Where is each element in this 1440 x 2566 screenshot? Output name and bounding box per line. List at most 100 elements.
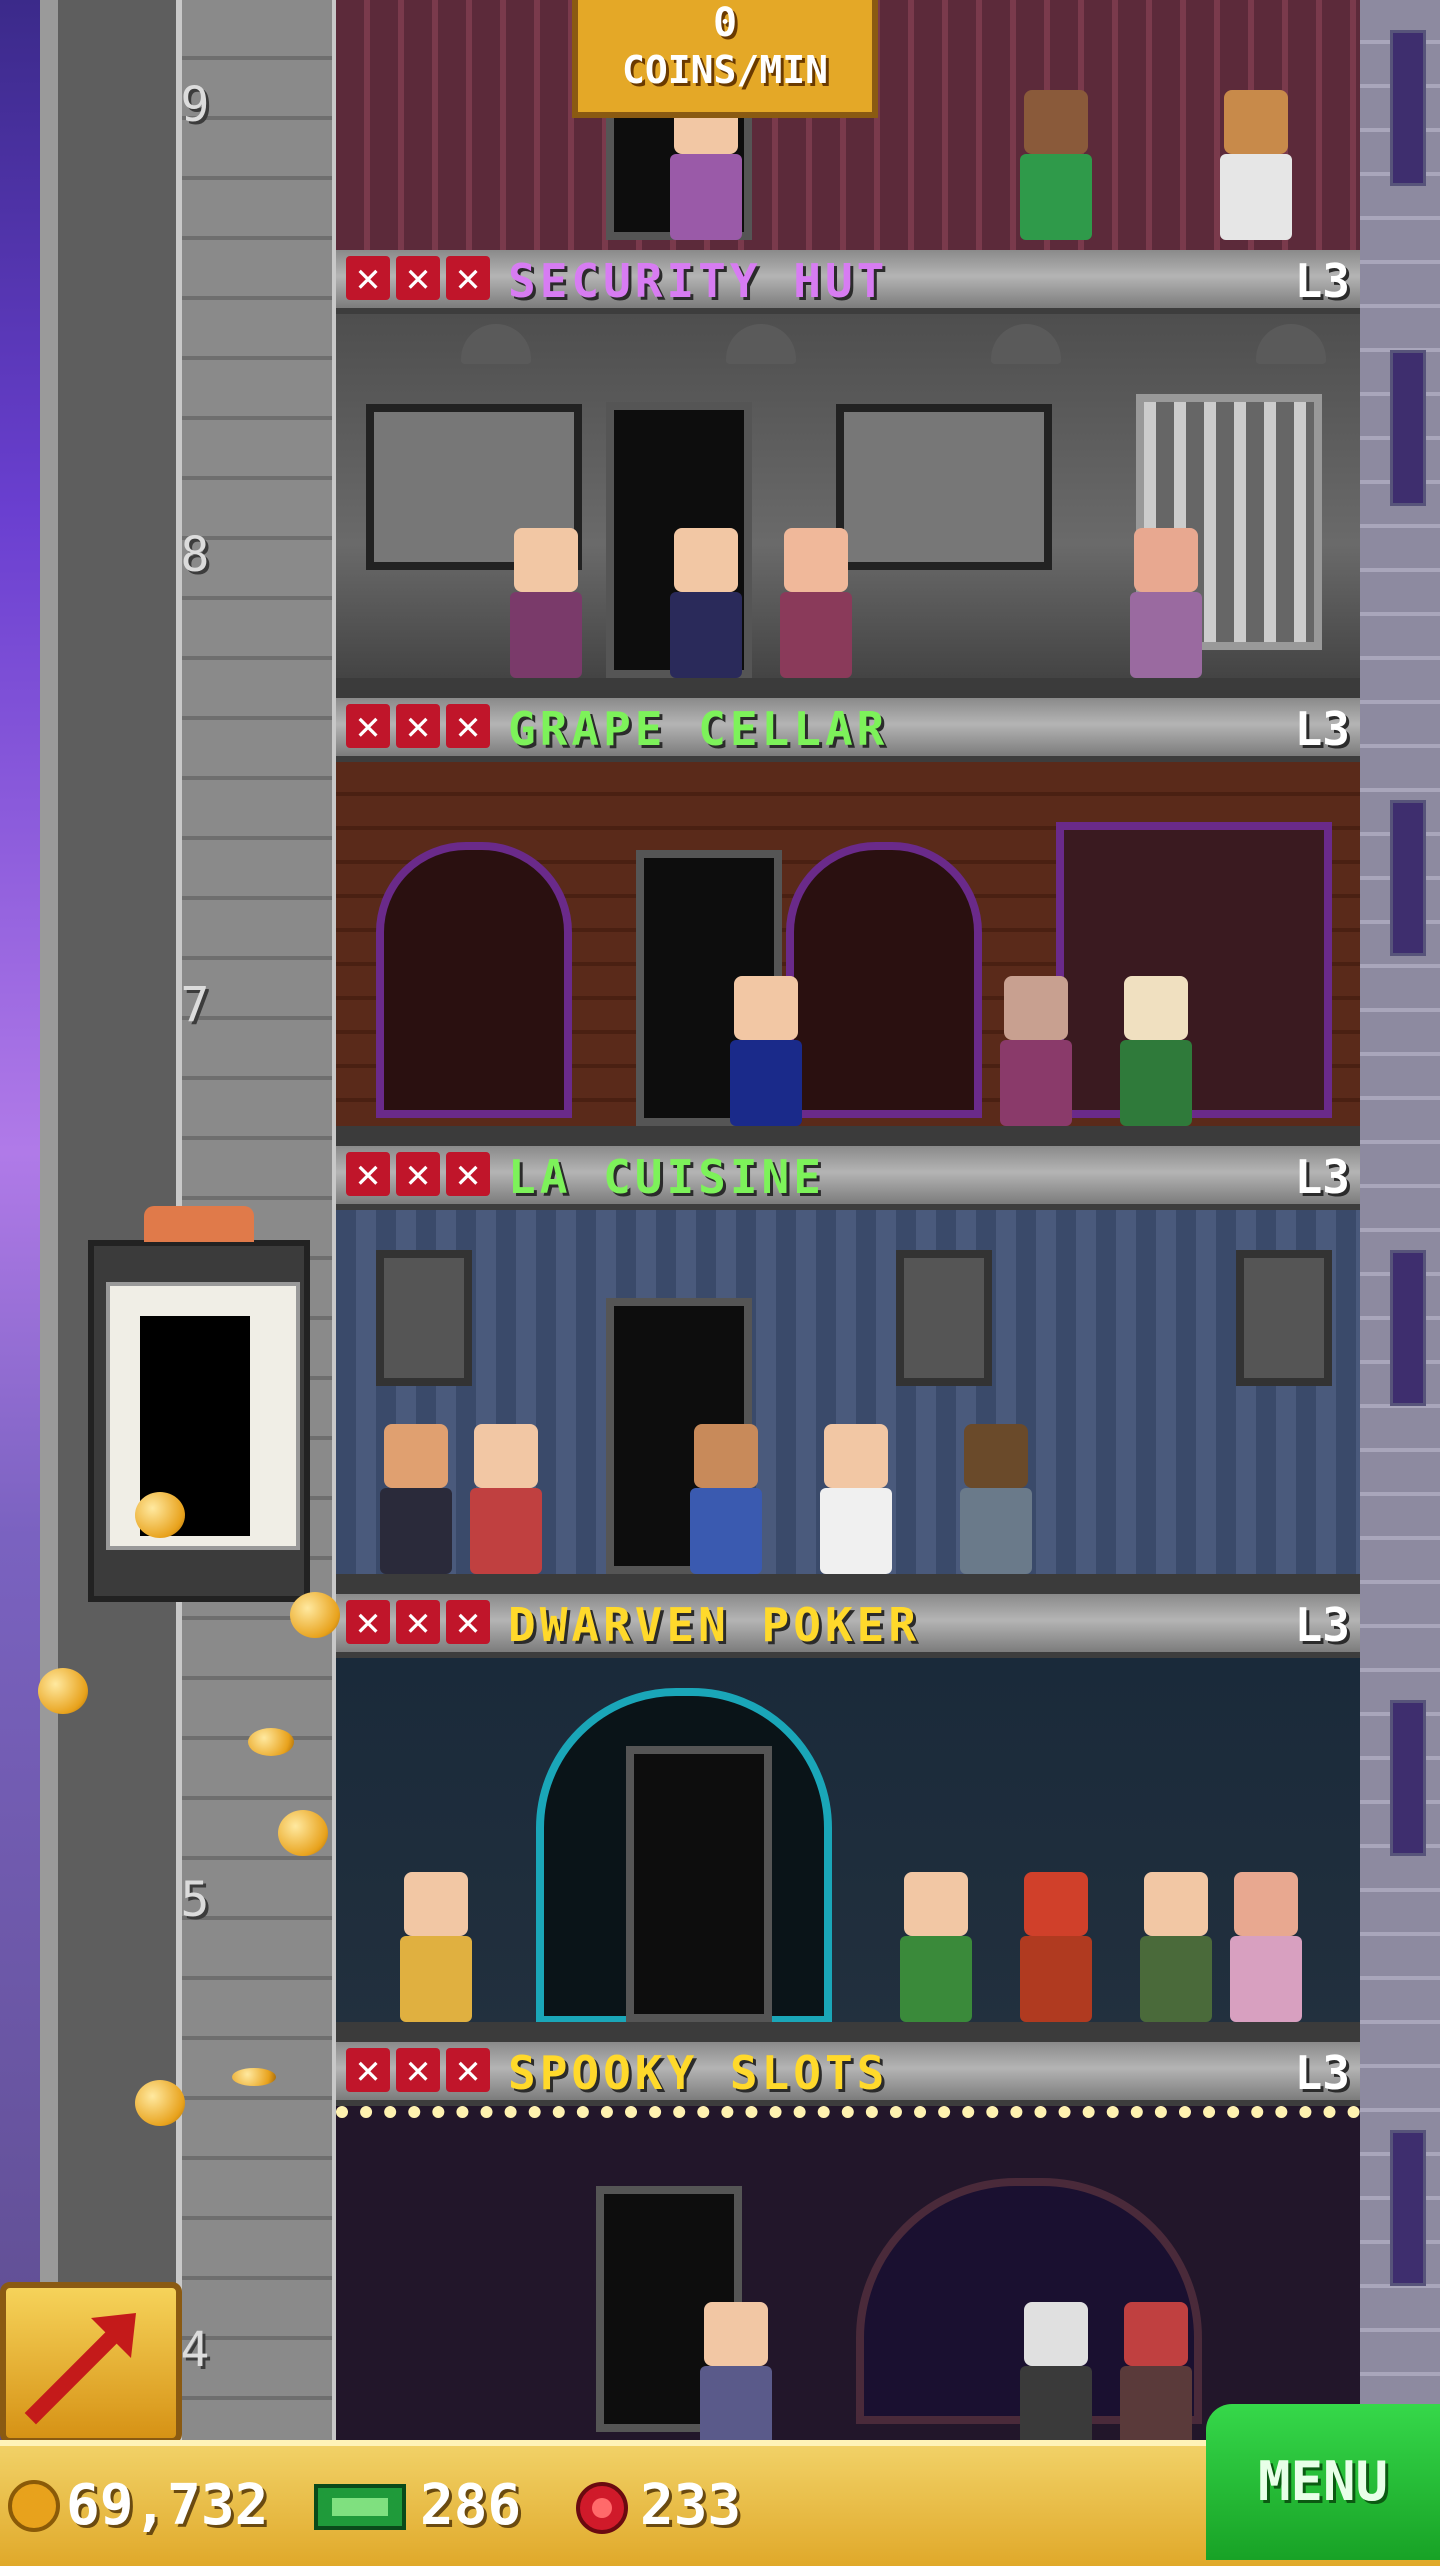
stock-x-icon: ✕ <box>346 1600 390 1644</box>
stock-x-icon: ✕ <box>446 256 490 300</box>
coins-count: 69,732 <box>66 2473 269 2538</box>
bitizen[interactable] <box>506 528 586 678</box>
bitizen[interactable] <box>1116 2302 1196 2452</box>
elevator-car[interactable] <box>88 1206 310 1602</box>
stock-x-icon: ✕ <box>346 2048 390 2092</box>
token-icon <box>576 2482 628 2534</box>
stock-x-icon: ✕ <box>396 1600 440 1644</box>
bitizen[interactable] <box>726 976 806 1126</box>
stock-x-icon: ✕ <box>446 2048 490 2092</box>
wall-painting <box>896 1250 992 1386</box>
coin-icon <box>8 2480 60 2532</box>
floor-la-cuisine[interactable]: ✕ ✕ ✕ LA CUISINE L3 <box>336 1146 1360 1594</box>
floor-base <box>336 1126 1360 1146</box>
floor-header: ✕ ✕ ✕ GRAPE CELLAR L3 <box>336 698 1360 762</box>
wall-painting <box>376 1250 472 1386</box>
bitizen[interactable] <box>776 528 856 678</box>
floor-header: ✕ ✕ ✕ SECURITY HUT L3 <box>336 250 1360 314</box>
floor-header: ✕ ✕ ✕ SPOOKY SLOTS L3 <box>336 2042 1360 2106</box>
exterior-window <box>1390 30 1426 186</box>
floor-name: LA CUISINE <box>508 1150 825 1204</box>
bitizen[interactable] <box>816 1424 896 1574</box>
room-door <box>626 1746 772 2022</box>
stock-indicators: ✕ ✕ ✕ <box>346 704 496 748</box>
floor-name: GRAPE CELLAR <box>508 702 889 756</box>
bitizen[interactable] <box>466 1424 546 1574</box>
floor-dwarven-poker[interactable]: ✕ ✕ ✕ DWARVEN POKER L3 <box>336 1594 1360 2042</box>
floor-level: L3 <box>1294 1150 1350 1204</box>
floor-base <box>336 2022 1360 2042</box>
stock-x-icon: ✕ <box>396 1152 440 1196</box>
floor-level: L3 <box>1294 702 1350 756</box>
floor-security-hut[interactable]: ✕ ✕ ✕ SECURITY HUT L3 <box>336 250 1360 698</box>
exterior-window <box>1390 1700 1426 1856</box>
bitizen[interactable] <box>896 1872 976 2022</box>
floor-number-9: 9 <box>180 77 210 133</box>
stock-x-icon: ✕ <box>396 2048 440 2092</box>
security-room <box>336 314 1360 698</box>
floor-spooky-slots[interactable]: ✕ ✕ ✕ SPOOKY SLOTS L3 <box>336 2042 1360 2452</box>
bitizen[interactable] <box>1016 1872 1096 2022</box>
monitor-bank <box>836 404 1052 570</box>
bitizen[interactable] <box>1016 2302 1096 2452</box>
bitizen[interactable] <box>376 1424 456 1574</box>
coins-per-min-value: 0 <box>712 0 738 46</box>
stock-indicators: ✕ ✕ ✕ <box>346 2048 496 2092</box>
stock-x-icon: ✕ <box>446 704 490 748</box>
bitizen[interactable] <box>1226 1872 1306 2022</box>
floor-name: DWARVEN POKER <box>508 1598 921 1652</box>
ceiling-lamp <box>726 324 796 364</box>
coin-icon[interactable] <box>135 2080 185 2126</box>
floor-header: ✕ ✕ ✕ LA CUISINE L3 <box>336 1146 1360 1210</box>
coin-icon[interactable] <box>38 1668 88 1714</box>
wine-rack-arch <box>786 842 982 1118</box>
coins-per-min-label: COINS/MIN <box>622 48 828 92</box>
poker-room <box>336 1658 1360 2042</box>
wine-rack-arch <box>376 842 572 1118</box>
bitizen[interactable] <box>1136 1872 1216 2022</box>
restaurant-room <box>336 1210 1360 1594</box>
ceiling-lamp <box>461 324 531 364</box>
floor-base <box>336 678 1360 698</box>
exterior-window <box>1390 350 1426 506</box>
bitizen[interactable] <box>1126 528 1206 678</box>
build-floor-button[interactable] <box>0 2282 182 2444</box>
floor-number-5: 5 <box>180 1872 210 1928</box>
floor-level: L3 <box>1294 2046 1350 2100</box>
bitizen[interactable] <box>1116 976 1196 1126</box>
coins-per-min-badge: 0 COINS/MIN <box>572 0 878 118</box>
stock-indicators: ✕ ✕ ✕ <box>346 1152 496 1196</box>
stock-indicators: ✕ ✕ ✕ <box>346 1600 496 1644</box>
stock-x-icon: ✕ <box>346 256 390 300</box>
coin-icon[interactable] <box>278 1810 328 1856</box>
stock-x-icon: ✕ <box>346 704 390 748</box>
bitizen[interactable] <box>686 1424 766 1574</box>
floor-name: SECURITY HUT <box>508 254 889 308</box>
floor-name: SPOOKY SLOTS <box>508 2046 889 2100</box>
floor-number-7: 7 <box>180 977 210 1033</box>
coin-icon[interactable] <box>290 1592 340 1638</box>
coin-icon[interactable] <box>248 1728 294 1756</box>
floor-grape-cellar[interactable]: ✕ ✕ ✕ GRAPE CELLAR L3 <box>336 698 1360 1146</box>
bitizen[interactable] <box>996 976 1076 1126</box>
floor-header: ✕ ✕ ✕ DWARVEN POKER L3 <box>336 1594 1360 1658</box>
bitizen[interactable] <box>696 2302 776 2452</box>
stock-x-icon: ✕ <box>346 1152 390 1196</box>
floor-level: L3 <box>1294 254 1350 308</box>
bitizen[interactable] <box>396 1872 476 2022</box>
bitizen[interactable] <box>666 528 746 678</box>
bitizen[interactable] <box>956 1424 1036 1574</box>
slots-room <box>336 2106 1360 2452</box>
wall-painting <box>1236 1250 1332 1386</box>
bitizen[interactable] <box>1016 90 1096 240</box>
coin-icon[interactable] <box>232 2068 276 2086</box>
floor-number-8: 8 <box>180 527 210 583</box>
menu-button[interactable]: MENU <box>1206 2404 1440 2560</box>
bitizen[interactable] <box>1216 90 1296 240</box>
coin-icon[interactable] <box>135 1492 185 1538</box>
floor-level: L3 <box>1294 1598 1350 1652</box>
floor-base <box>336 1574 1360 1594</box>
elevator-light <box>144 1206 254 1242</box>
stock-indicators: ✕ ✕ ✕ <box>346 256 496 300</box>
stock-x-icon: ✕ <box>446 1600 490 1644</box>
